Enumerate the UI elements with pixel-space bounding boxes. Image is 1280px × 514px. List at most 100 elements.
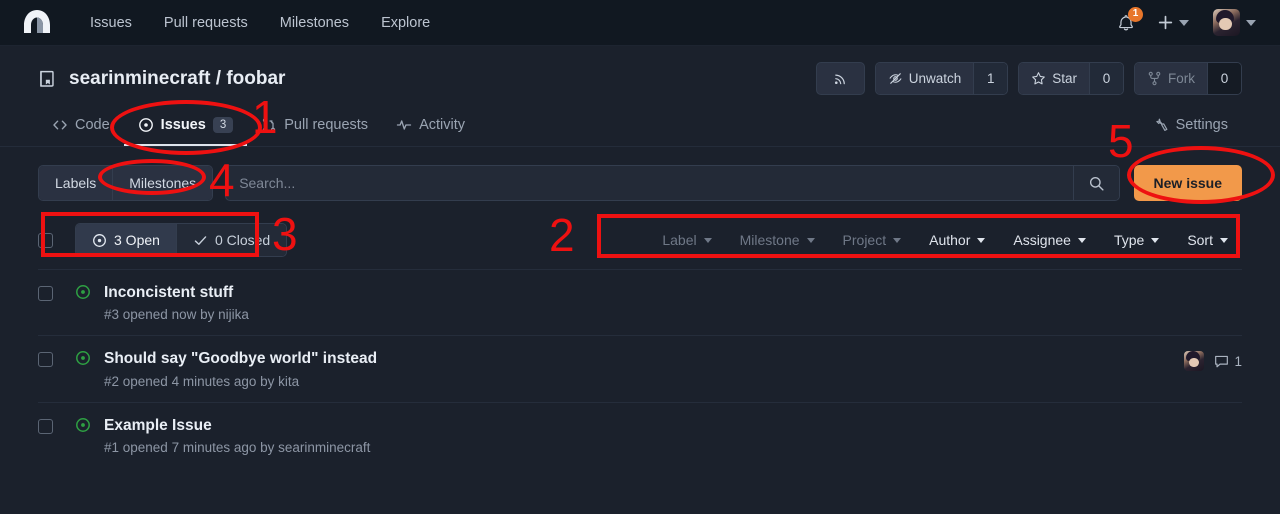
tab-settings-label: Settings — [1175, 117, 1228, 133]
search-bar — [225, 165, 1120, 201]
user-menu[interactable] — [1203, 7, 1262, 38]
pulse-icon — [396, 120, 412, 130]
watch-count[interactable]: 1 — [973, 63, 1008, 94]
code-icon — [53, 120, 67, 130]
top-navbar: Issues Pull requests Milestones Explore … — [0, 0, 1280, 46]
star-count[interactable]: 0 — [1089, 63, 1123, 94]
nav-link-pull-requests[interactable]: Pull requests — [148, 7, 264, 39]
labels-milestones-group: Labels Milestones — [38, 165, 214, 201]
issue-opened-icon — [138, 118, 153, 132]
issue-meta: #2 opened 4 minutes ago by kita — [104, 373, 300, 389]
check-icon — [194, 235, 207, 245]
notifications-button[interactable]: 1 — [1109, 6, 1143, 38]
avatar — [1213, 9, 1240, 36]
tab-activity[interactable]: Activity — [382, 107, 479, 146]
forgejo-logo-icon[interactable] — [18, 8, 56, 38]
filter-assignee-dropdown[interactable]: Assignee — [999, 224, 1100, 256]
table-row[interactable]: Example Issue #1 opened 7 minutes ago by… — [38, 401, 1242, 468]
search-input[interactable] — [226, 166, 1073, 200]
filter-label-text: Label — [662, 232, 697, 248]
filter-open-issues[interactable]: 3 Open — [76, 224, 176, 256]
git-pull-request-icon — [263, 118, 276, 132]
fork-button[interactable]: Fork — [1135, 63, 1207, 94]
star-button-group[interactable]: Star 0 — [1018, 62, 1124, 95]
fork-button-group[interactable]: Fork 0 — [1134, 62, 1242, 95]
filter-author-dropdown[interactable]: Author — [915, 224, 999, 256]
issue-opened-icon — [75, 284, 91, 305]
tab-issues-count: 3 — [212, 117, 234, 133]
filter-type-dropdown[interactable]: Type — [1100, 224, 1173, 256]
table-row[interactable]: Should say "Goodbye world" instead #2 op… — [38, 335, 1242, 401]
watch-button-group[interactable]: Unwatch 1 — [874, 62, 1009, 95]
star-label: Star — [1052, 71, 1077, 86]
nav-link-issues[interactable]: Issues — [74, 7, 148, 39]
repo-book-icon — [40, 70, 54, 87]
star-icon — [1032, 72, 1046, 85]
chevron-down-icon — [1246, 19, 1256, 26]
search-submit-button[interactable] — [1072, 166, 1119, 200]
issue-title-link[interactable]: Should say "Goodbye world" instead — [104, 349, 1184, 368]
unwatch-label: Unwatch — [908, 71, 962, 86]
issue-title-link[interactable]: Example Issue — [104, 416, 1242, 435]
eye-slash-icon — [889, 73, 902, 84]
notification-count-badge: 1 — [1128, 6, 1143, 22]
tab-issues[interactable]: Issues 3 — [123, 107, 248, 146]
navbar-right-actions: 1 — [1109, 6, 1262, 38]
assignee-avatar[interactable] — [1184, 351, 1205, 372]
nav-link-milestones[interactable]: Milestones — [264, 7, 365, 39]
filter-type-text: Type — [1113, 232, 1145, 248]
filter-project-dropdown[interactable]: Project — [829, 224, 916, 256]
search-icon — [1089, 176, 1104, 191]
tab-code[interactable]: Code — [38, 107, 124, 146]
filter-project-text: Project — [842, 232, 887, 248]
nav-link-explore[interactable]: Explore — [365, 7, 446, 39]
filter-milestone-dropdown[interactable]: Milestone — [726, 224, 829, 256]
page-title: searinminecraft / foobar — [69, 67, 286, 89]
issue-title-link[interactable]: Inconcistent stuff — [104, 283, 1242, 302]
chevron-down-icon — [977, 237, 986, 243]
issue-content: Example Issue #1 opened 7 minutes ago by… — [104, 416, 1242, 455]
issues-page-content: Labels Milestones New issue 3 Open — [0, 165, 1280, 468]
chevron-down-icon — [1220, 237, 1228, 243]
issue-select-checkbox[interactable] — [38, 286, 53, 301]
tab-issues-label: Issues — [160, 117, 206, 133]
filter-label-dropdown[interactable]: Label — [648, 224, 725, 256]
issue-meta: #1 opened 7 minutes ago by searinminecra… — [104, 440, 371, 456]
filter-author-text: Author — [929, 232, 971, 248]
rss-icon — [834, 74, 845, 85]
issue-opened-icon — [75, 417, 91, 438]
issue-select-checkbox[interactable] — [38, 418, 53, 434]
issue-select-checkbox[interactable] — [38, 352, 53, 368]
issue-meta: #3 opened now by nijika — [104, 307, 249, 323]
comment-count[interactable]: 1 — [1214, 354, 1242, 369]
filter-milestone-text: Milestone — [739, 232, 800, 248]
star-button[interactable]: Star — [1019, 63, 1089, 94]
create-new-menu[interactable] — [1149, 10, 1197, 35]
select-all-checkbox[interactable] — [38, 232, 53, 248]
comment-icon — [1215, 355, 1229, 368]
plus-icon — [1158, 15, 1173, 30]
filter-assignee-text: Assignee — [1013, 232, 1071, 248]
labels-button[interactable]: Labels — [39, 166, 113, 200]
repo-actions: Unwatch 1 Star 0 Fork 0 — [815, 62, 1242, 95]
filter-closed-issues[interactable]: 0 Closed — [175, 224, 287, 256]
wrench-icon — [1155, 118, 1167, 131]
tab-code-label: Code — [75, 117, 110, 133]
issue-filter-dropdowns: Label Milestone Project Author Assignee … — [648, 224, 1242, 256]
issue-opened-icon — [75, 350, 91, 371]
tab-pull-requests[interactable]: Pull requests — [247, 107, 382, 146]
closed-count-label: 0 Closed — [214, 232, 271, 248]
unwatch-button[interactable]: Unwatch — [875, 63, 974, 94]
issue-row-right: 1 — [1184, 349, 1242, 372]
milestones-button[interactable]: Milestones — [112, 166, 213, 200]
issue-state-toggle: 3 Open 0 Closed — [75, 223, 288, 257]
tab-activity-label: Activity — [419, 117, 465, 133]
new-issue-button[interactable]: New issue — [1133, 165, 1242, 201]
table-row[interactable]: Inconcistent stuff #3 opened now by niji… — [38, 269, 1242, 335]
fork-count[interactable]: 0 — [1207, 63, 1241, 94]
filter-sort-dropdown[interactable]: Sort — [1173, 224, 1242, 256]
rss-feed-button[interactable] — [815, 62, 865, 95]
issue-list: Inconcistent stuff #3 opened now by niji… — [38, 269, 1242, 468]
chevron-down-icon — [1179, 19, 1189, 26]
tab-settings[interactable]: Settings — [1139, 107, 1242, 146]
